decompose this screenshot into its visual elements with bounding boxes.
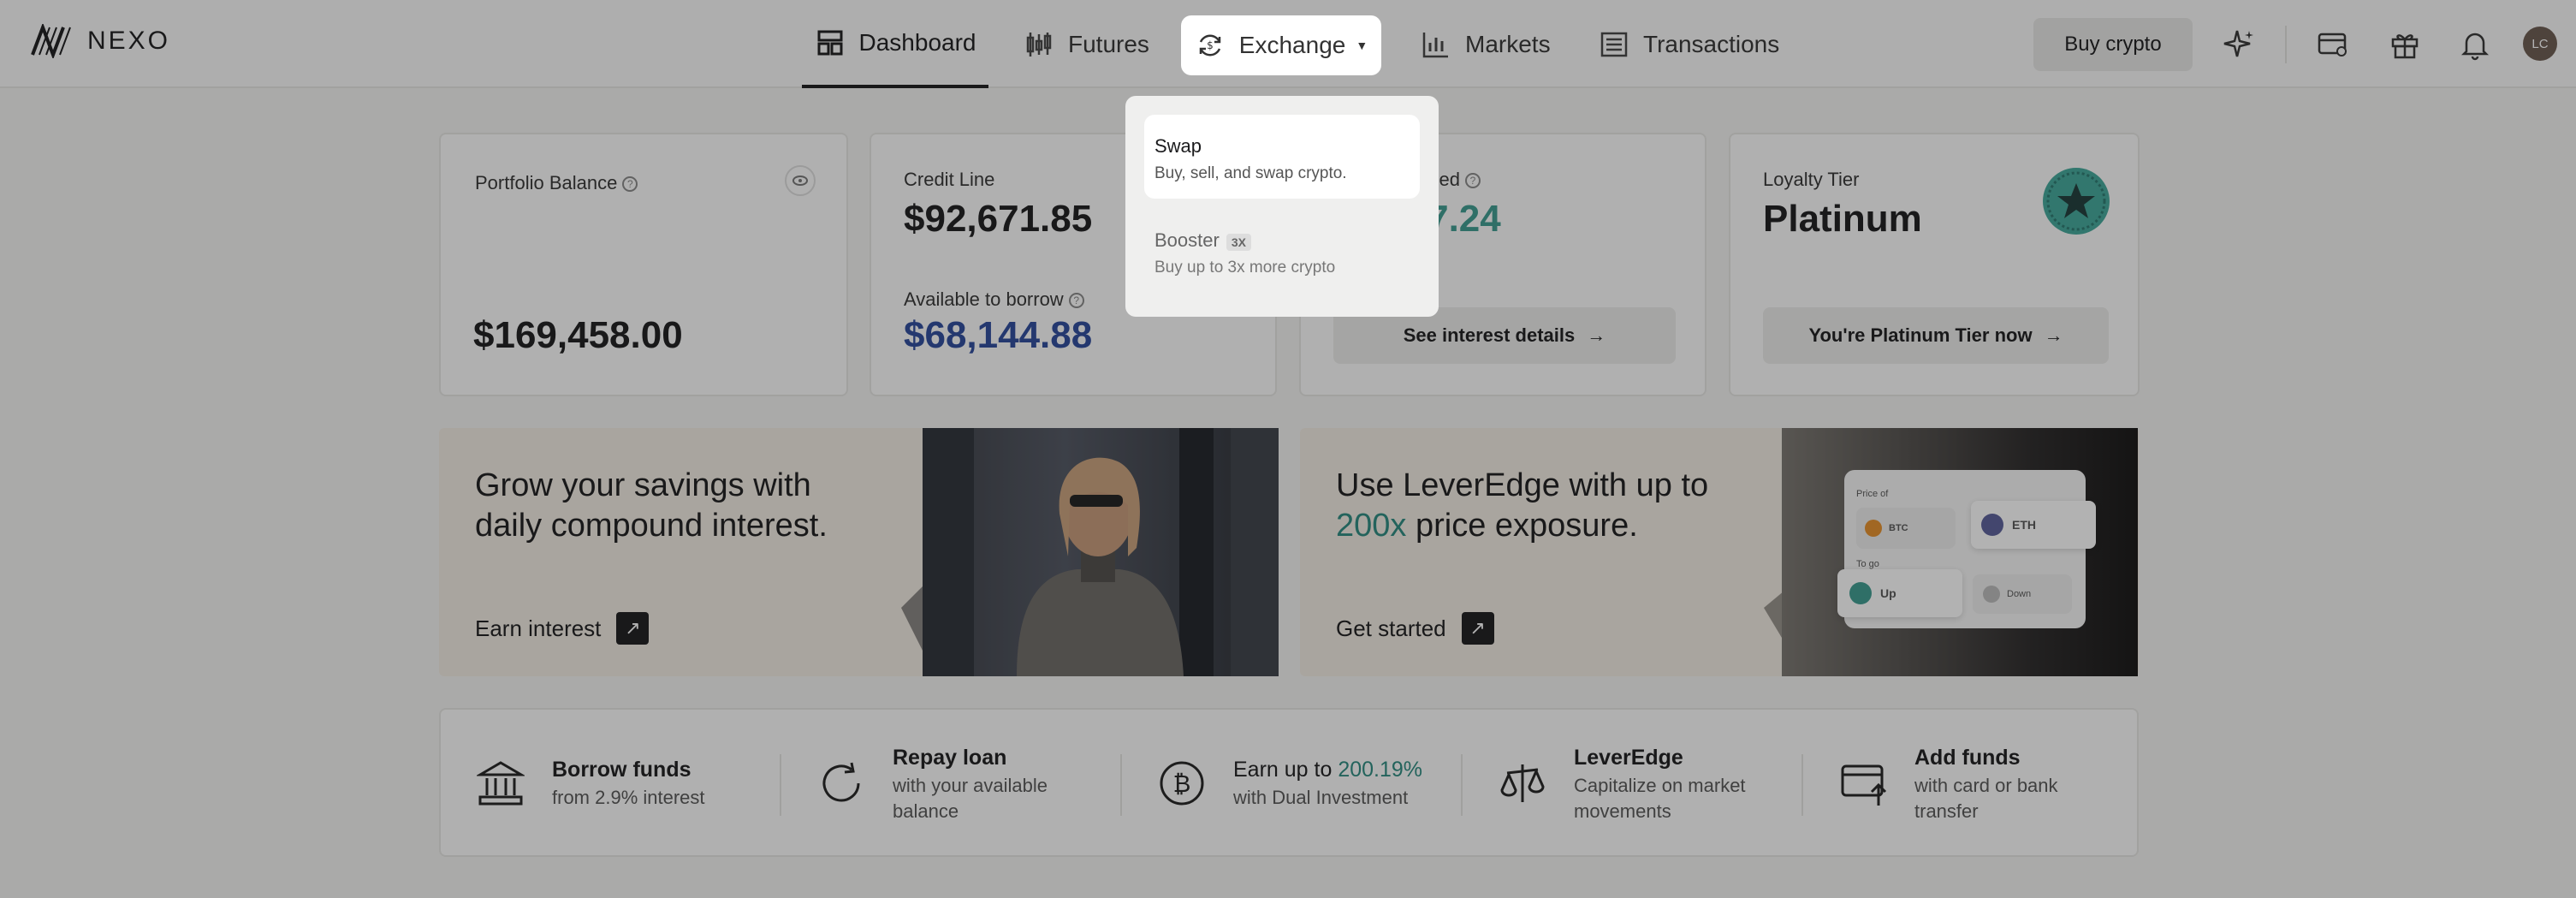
booster-title: Booster [1154,229,1220,251]
nav-tab-exchange[interactable]: $ Exchange ▼ [1181,15,1381,75]
booster-badge: 3X [1226,234,1251,251]
nav-label-exchange: Exchange [1238,32,1346,58]
menu-item-swap[interactable]: Swap Buy, sell, and swap crypto. [1144,115,1420,199]
swap-subtitle: Buy, sell, and swap crypto. [1154,164,1347,182]
booster-subtitle: Buy up to 3x more crypto [1154,259,1336,277]
booster-title-wrap: Booster 3X [1154,229,1335,252]
svg-text:$: $ [1207,39,1214,51]
menu-item-booster[interactable]: Booster 3X Buy up to 3x more crypto [1154,229,1335,277]
swap-title: Swap [1154,135,1202,157]
caret-down-icon: ▼ [1356,39,1368,52]
exchange-icon: $ [1199,34,1221,56]
